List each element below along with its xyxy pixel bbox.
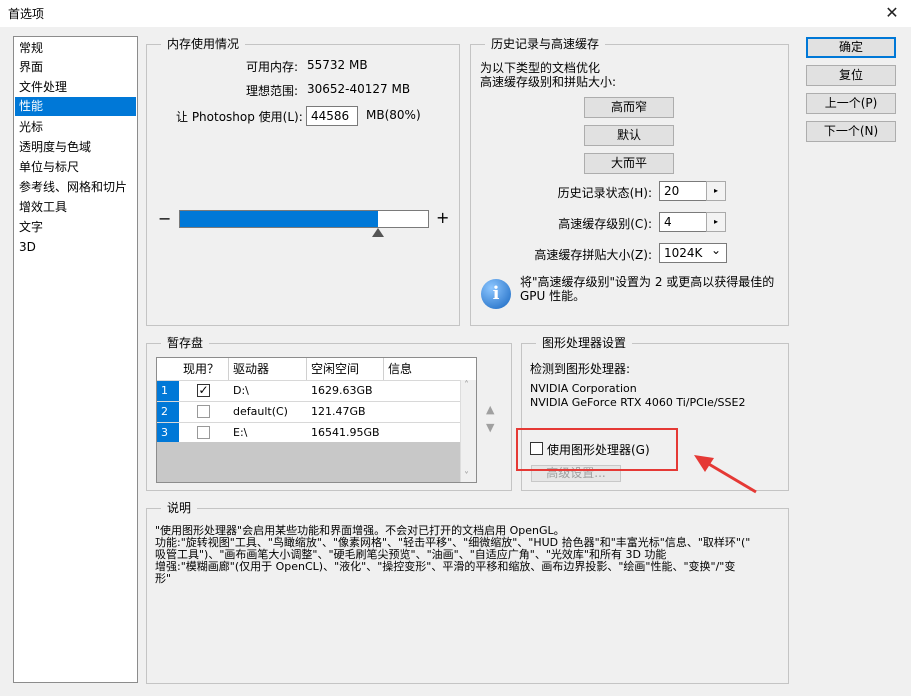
big-flat-button[interactable]: 大而平	[584, 153, 674, 174]
gpu-model: NVIDIA GeForce RTX 4060 Ti/PCIe/SSE2	[530, 396, 746, 409]
scratch-group-title: 暂存盘	[161, 336, 210, 350]
move-up-icon[interactable]: ▲	[486, 403, 494, 416]
history-group-title: 历史记录与高速缓存	[485, 37, 606, 51]
history-states-input[interactable]: 20	[659, 181, 707, 201]
column-header-drive[interactable]: 驱动器	[229, 358, 307, 380]
available-memory-label: 可用内存:	[245, 60, 298, 74]
history-states-arrow-icon[interactable]: ▸	[706, 181, 726, 201]
cache-tile-size-label: 高速缓存拼贴大小(Z):	[534, 248, 652, 262]
default-button[interactable]: 默认	[584, 125, 674, 146]
scroll-up-icon[interactable]: ˄	[464, 380, 469, 391]
free-space-cell: 1629.63GB	[311, 384, 373, 397]
cache-levels-arrow-icon[interactable]: ▸	[706, 212, 726, 232]
chevron-down-icon: ⌄	[710, 243, 721, 257]
table-empty-area	[157, 442, 460, 482]
close-icon[interactable]: ✕	[880, 2, 904, 24]
ok-button[interactable]: 确定	[806, 37, 896, 58]
memory-unit-label: MB(80%)	[366, 108, 421, 122]
drive-cell: D:\	[233, 384, 249, 397]
free-space-cell: 16541.95GB	[311, 426, 380, 439]
memory-decrease-icon[interactable]: −	[158, 209, 171, 228]
category-item-3d[interactable]: 3D	[15, 238, 136, 257]
column-header-active[interactable]: 现用？	[179, 358, 229, 380]
description-line: 形"	[155, 572, 172, 585]
memory-amount-input[interactable]: 44586	[306, 106, 358, 126]
table-scrollbar[interactable]: ˄ ˅	[460, 380, 476, 482]
drive-cell: default(C)	[233, 405, 288, 418]
table-row[interactable]: 3 E:\ 16541.95GB	[157, 422, 461, 443]
gpu-group-title: 图形处理器设置	[536, 336, 633, 350]
cache-levels-label: 高速缓存级别(C):	[558, 217, 652, 231]
highlight-box	[516, 428, 678, 471]
table-row[interactable]: 2 default(C) 121.47GB	[157, 401, 461, 422]
active-checkbox[interactable]: ✓	[197, 384, 210, 397]
category-item-performance[interactable]: 性能	[15, 97, 136, 116]
free-space-cell: 121.47GB	[311, 405, 366, 418]
category-item-type[interactable]: 文字	[15, 218, 136, 237]
memory-slider-fill	[180, 211, 378, 227]
annotation-arrow-icon	[694, 455, 757, 494]
cache-levels-input[interactable]: 4	[659, 212, 707, 232]
history-states-label: 历史记录状态(H):	[557, 186, 652, 200]
description-line: 增强:"模糊画廊"(仅用于 OpenCL)、"液化"、"操控变形"、平滑的平移和…	[155, 560, 736, 573]
category-item-plugins[interactable]: 增效工具	[15, 198, 136, 217]
row-number: 2	[157, 402, 179, 422]
memory-increase-icon[interactable]: +	[436, 208, 449, 227]
active-checkbox[interactable]	[197, 426, 210, 439]
let-photoshop-use-label: 让 Photoshop 使用(L):	[176, 110, 303, 124]
memory-slider[interactable]	[179, 210, 429, 228]
next-button[interactable]: 下一个(N)	[806, 121, 896, 142]
cache-tile-size-value: 1024K	[664, 246, 703, 260]
available-memory-value: 55732 MB	[307, 58, 368, 72]
gpu-detected-label: 检测到图形处理器:	[530, 362, 631, 376]
title-bar: 首选项 ✕	[0, 0, 911, 27]
scroll-down-icon[interactable]: ˅	[464, 471, 469, 482]
move-down-icon[interactable]: ▼	[486, 421, 494, 434]
description-group-title: 说明	[161, 501, 198, 515]
window-title: 首选项	[8, 7, 45, 21]
previous-button[interactable]: 上一个(P)	[806, 93, 896, 114]
cache-tile-size-select[interactable]: 1024K ⌄	[659, 243, 727, 263]
description-text: "使用图形处理器"会启用某些功能和界面增强。不会对已打开的文档启用 OpenGL…	[151, 519, 787, 683]
gpu-vendor: NVIDIA Corporation	[530, 382, 637, 395]
gpu-cache-tip-line2: GPU 性能。	[520, 289, 586, 303]
category-item-interface[interactable]: 界面	[15, 58, 136, 77]
info-icon: i	[481, 279, 511, 309]
table-row[interactable]: 1 ✓ D:\ 1629.63GB	[157, 380, 461, 401]
category-item-units-rulers[interactable]: 单位与标尺	[15, 158, 136, 177]
category-item-cursors[interactable]: 光标	[15, 118, 136, 137]
category-item-guides-grid-slices[interactable]: 参考线、网格和切片	[15, 178, 136, 197]
optimize-desc-line2: 高速缓存级别和拼贴大小:	[480, 75, 617, 89]
row-number: 1	[157, 381, 179, 401]
category-item-file-handling[interactable]: 文件处理	[15, 78, 136, 97]
column-header-info[interactable]: 信息	[384, 358, 460, 380]
memory-group-title: 内存使用情况	[161, 37, 246, 51]
category-item-general[interactable]: 常规	[15, 39, 136, 58]
reset-button[interactable]: 复位	[806, 65, 896, 86]
ideal-range-label: 理想范围:	[245, 84, 298, 98]
memory-slider-thumb[interactable]	[372, 228, 384, 237]
active-checkbox[interactable]	[197, 405, 210, 418]
row-number: 3	[157, 423, 179, 443]
drive-cell: E:\	[233, 426, 248, 439]
scratch-disk-table: 现用？ 驱动器 空闲空间 信息 1 ✓ D:\ 1629.63GB 2 defa…	[156, 357, 477, 483]
ideal-range-value: 30652-40127 MB	[307, 82, 411, 96]
memory-usage-group: 内存使用情况	[146, 37, 460, 326]
column-header-free-space[interactable]: 空闲空间	[307, 358, 384, 380]
tall-narrow-button[interactable]: 高而窄	[584, 97, 674, 118]
category-list: 常规 界面 文件处理 性能 光标 透明度与色域 单位与标尺 参考线、网格和切片 …	[13, 36, 138, 683]
category-item-transparency-gamut[interactable]: 透明度与色域	[15, 138, 136, 157]
